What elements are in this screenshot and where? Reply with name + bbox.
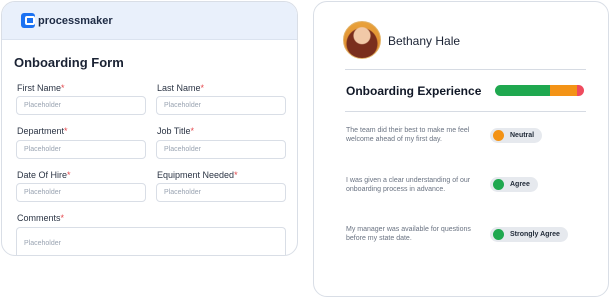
- last-name-input[interactable]: Placeholder: [156, 96, 286, 115]
- green-dot-icon: [493, 229, 504, 240]
- job-title-input[interactable]: Placeholder: [156, 140, 286, 159]
- comments-label: Comments*: [17, 213, 65, 223]
- orange-dot-icon: [493, 130, 504, 141]
- statement-text: I was given a clear understanding of our…: [346, 177, 471, 193]
- section-title: Onboarding Experience: [346, 84, 482, 98]
- date-of-hire-label: Date Of Hire*: [17, 170, 71, 180]
- sentiment-bar-segment-orange: [550, 85, 577, 96]
- first-name-input[interactable]: Placeholder: [16, 96, 146, 115]
- department-input[interactable]: Placeholder: [16, 140, 146, 159]
- sentiment-bar-segment-green: [495, 85, 551, 96]
- processmaker-logo-icon: [21, 13, 35, 28]
- statement-text: My manager was available for questions b…: [346, 226, 471, 242]
- experience-card: Bethany Hale Onboarding Experience The t…: [313, 1, 609, 297]
- profile-name: Bethany Hale: [388, 34, 461, 48]
- form-title: Onboarding Form: [14, 55, 124, 70]
- rating-badge-agree: Agree: [490, 177, 538, 192]
- sentiment-bar: [495, 85, 584, 96]
- first-name-label: First Name*: [17, 83, 65, 93]
- form-header: processmaker: [2, 2, 297, 40]
- equipment-needed-input[interactable]: Placeholder: [156, 183, 286, 202]
- comments-textarea[interactable]: Placeholder: [16, 227, 286, 255]
- avatar: [343, 21, 381, 59]
- department-label: Department*: [17, 126, 68, 136]
- statement-text: The team did their best to make me feel …: [346, 127, 470, 143]
- green-dot-icon: [493, 179, 504, 190]
- divider: [345, 111, 586, 112]
- last-name-label: Last Name*: [157, 83, 205, 93]
- sentiment-bar-segment-red: [576, 85, 584, 96]
- rating-badge-neutral: Neutral: [490, 128, 543, 143]
- date-of-hire-input[interactable]: Placeholder: [16, 183, 146, 202]
- divider: [345, 69, 586, 70]
- job-title-label: Job Title*: [157, 126, 195, 136]
- brand-name: processmaker: [38, 14, 113, 27]
- equipment-needed-label: Equipment Needed*: [157, 170, 238, 180]
- rating-badge-strongly-agree: Strongly Agree: [490, 227, 568, 242]
